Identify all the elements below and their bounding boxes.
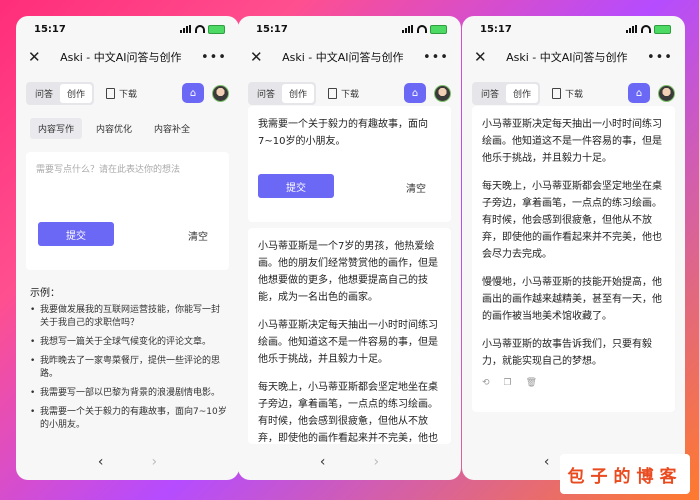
basket-icon[interactable]: ⌂ [182, 83, 204, 103]
example-item[interactable]: 我想写一篇关于全球气候变化的评论文章。 [30, 336, 227, 349]
submit-button[interactable]: 提交 [258, 174, 334, 198]
download-button[interactable]: 下载 [106, 87, 137, 100]
signal-icon [626, 25, 638, 33]
wifi-icon [195, 25, 205, 33]
example-item[interactable]: 我需要写一部以巴黎为背景的浪漫剧情电影。 [30, 387, 227, 400]
answer-paragraph: 每天晚上，小马蒂亚斯都会坚定地坐在桌子旁边，拿着画笔，一点点的练习绘画。有时候，… [482, 181, 662, 260]
tab-content-optimize[interactable]: 内容优化 [88, 118, 140, 139]
answer-card: 小马蒂亚斯决定每天抽出一小时时间练习绘画。他知道这不是一件容易的事，但是他乐于挑… [472, 106, 675, 412]
answer-paragraph: 小马蒂亚斯的故事告诉我们，只要有毅力，就能实现自己的梦想。 [482, 339, 652, 367]
download-label: 下载 [341, 89, 360, 100]
download-label: 下载 [565, 89, 584, 100]
status-time: 15:17 [34, 23, 66, 35]
examples-list: 我要做发展我的互联网运营技能，你能写一封关于我自己的求职信吗？ 我想写一篇关于全… [30, 304, 227, 438]
download-button[interactable]: 下载 [328, 87, 359, 100]
more-icon[interactable]: ••• [647, 50, 673, 65]
avatar[interactable] [658, 84, 675, 102]
app-title: Aski - 中文AI问答与创作 [506, 51, 628, 64]
answer-paragraph: 小马蒂亚斯决定每天抽出一小时时间练习绘画。他知道这不是一件容易的事，但是他乐于挑… [258, 320, 438, 365]
battery-icon [654, 24, 671, 34]
tab-create[interactable]: 创作 [60, 83, 93, 103]
clear-button[interactable]: 清空 [188, 228, 208, 243]
download-label: 下载 [119, 89, 138, 100]
input-card: 需要写点什么？请在此表达你的想法 提交 清空 [26, 152, 229, 270]
document-icon [552, 87, 562, 99]
answer-paragraph: 慢慢地，小马蒂亚斯的技能开始提高，他画出的画作越来越精美，甚至有一天，他的画作被… [482, 277, 662, 322]
tab-qa[interactable]: 问答 [474, 84, 506, 103]
phone-screen-write: 15:17 ✕ Aski - 中文AI问答与创作 ••• 问答 创作 下载 ⌂ … [16, 16, 239, 480]
answer-paragraph: 每天晚上，小马蒂亚斯都会坚定地坐在桌子旁边，拿着画笔，一点点的练习绘画。有时候，… [258, 382, 438, 444]
close-icon[interactable]: ✕ [28, 48, 41, 66]
prompt-text[interactable]: 我需要一个关于毅力的有趣故事，面向7~10岁的小朋友。 [258, 116, 441, 150]
tab-qa[interactable]: 问答 [250, 84, 282, 103]
status-time: 15:17 [256, 23, 288, 35]
signal-icon [180, 25, 192, 33]
basket-icon[interactable]: ⌂ [628, 83, 650, 103]
answer-paragraph: 小马蒂亚斯决定每天抽出一小时时间练习绘画。他知道这不是一件容易的事，但是他乐于挑… [482, 119, 662, 164]
bottom-nav: ‹ › [238, 444, 461, 480]
avatar[interactable] [212, 84, 229, 102]
answer-actions: ⟲ ❐ 🗑 [482, 378, 665, 388]
prompt-input[interactable]: 需要写点什么？请在此表达你的想法 [36, 162, 180, 175]
forward-icon[interactable]: › [374, 454, 380, 470]
download-button[interactable]: 下载 [552, 87, 583, 100]
tab-create[interactable]: 创作 [282, 83, 315, 103]
blog-watermark: 包子的博客 [560, 454, 690, 494]
app-title: Aski - 中文AI问答与创作 [282, 51, 404, 64]
wifi-icon [417, 25, 427, 33]
status-bar: 15:17 [16, 16, 239, 42]
back-icon[interactable]: ‹ [98, 454, 104, 470]
document-icon [106, 87, 116, 99]
bottom-nav: ‹ › [16, 444, 239, 480]
document-icon [328, 87, 338, 99]
status-bar: 15:17 [238, 16, 461, 42]
app-title: Aski - 中文AI问答与创作 [60, 51, 182, 64]
battery-icon [208, 24, 225, 34]
mode-switch: 问答 创作 [472, 81, 541, 105]
phone-screen-result: 15:17 ✕ Aski - 中文AI问答与创作 ••• 问答 创作 下载 ⌂ … [462, 16, 685, 480]
close-icon[interactable]: ✕ [474, 48, 487, 66]
status-bar: 15:17 [462, 16, 685, 42]
submit-button[interactable]: 提交 [38, 222, 114, 246]
copy-icon[interactable]: ❐ [504, 378, 512, 388]
answer-card: 小马蒂亚斯是一个7岁的男孩，他热爱绘画。他的朋友们经常赞赏他的画作，但是他想要做… [248, 228, 451, 444]
example-item[interactable]: 我需要一个关于毅力的有趣故事，面向7~10岁的小朋友。 [30, 406, 227, 432]
status-time: 15:17 [480, 23, 512, 35]
more-icon[interactable]: ••• [423, 50, 449, 65]
writing-tabs: 内容写作 内容优化 内容补全 [30, 118, 198, 139]
tab-content-complete[interactable]: 内容补全 [146, 118, 198, 139]
examples-title: 示例： [30, 288, 60, 299]
close-icon[interactable]: ✕ [250, 48, 263, 66]
avatar[interactable] [434, 84, 451, 102]
mode-switch: 问答 创作 [26, 81, 95, 105]
signal-icon [402, 25, 414, 33]
phone-screen-generating: 15:17 ✕ Aski - 中文AI问答与创作 ••• 问答 创作 下载 ⌂ … [238, 16, 461, 480]
mode-switch: 问答 创作 [248, 81, 317, 105]
example-item[interactable]: 我要做发展我的互联网运营技能，你能写一封关于我自己的求职信吗？ [30, 304, 227, 330]
tab-qa[interactable]: 问答 [28, 84, 60, 103]
answer-paragraph: 小马蒂亚斯是一个7岁的男孩，他热爱绘画。他的朋友们经常赞赏他的画作，但是他想要做… [258, 241, 438, 303]
tab-create[interactable]: 创作 [506, 83, 539, 103]
example-item[interactable]: 我昨晚去了一家粤菜餐厅，提供一些评论的思路。 [30, 355, 227, 381]
tab-content-write[interactable]: 内容写作 [30, 118, 83, 139]
back-icon[interactable]: ‹ [320, 454, 326, 470]
back-icon[interactable]: ‹ [544, 454, 550, 470]
delete-icon[interactable]: 🗑 [526, 378, 537, 388]
battery-icon [430, 24, 447, 34]
forward-icon[interactable]: › [152, 454, 158, 470]
clear-button[interactable]: 清空 [406, 180, 426, 195]
basket-icon[interactable]: ⌂ [404, 83, 426, 103]
wifi-icon [641, 25, 651, 33]
more-icon[interactable]: ••• [201, 50, 227, 65]
regenerate-icon[interactable]: ⟲ [482, 378, 490, 388]
prompt-card: 我需要一个关于毅力的有趣故事，面向7~10岁的小朋友。 提交 清空 [248, 106, 451, 222]
